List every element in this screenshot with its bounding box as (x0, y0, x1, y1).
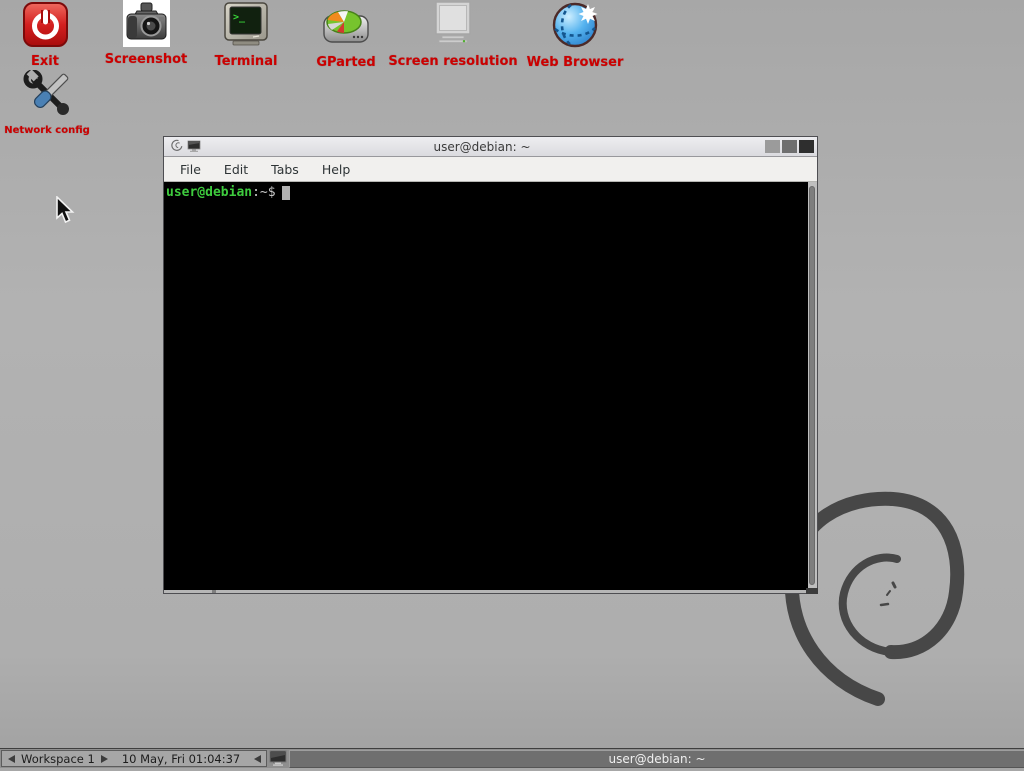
icon-label: Exit (5, 54, 85, 69)
tasklist-prev-arrow-icon[interactable] (254, 752, 261, 766)
icon-label: Screen resolution (385, 54, 521, 69)
scrollbar-thumb[interactable] (809, 186, 815, 585)
exit-power-icon (23, 2, 68, 51)
desktop-icon-exit[interactable]: Exit (5, 2, 85, 69)
desktop-icon-web-browser[interactable]: Web Browser (515, 0, 635, 70)
maximize-button[interactable] (782, 140, 797, 153)
crt-terminal-icon: >_ (223, 2, 269, 51)
disk-partition-icon (322, 4, 370, 52)
window-bottom-edge (164, 590, 817, 593)
workspace-prev-arrow-icon[interactable] (8, 752, 15, 766)
prompt-suffix: :~$ (252, 185, 275, 200)
menu-file[interactable]: File (177, 160, 204, 179)
prompt-user-host: user@debian (166, 185, 252, 200)
tools-icon (22, 70, 72, 122)
taskbar: Workspace 1 10 May, Fri 01:04:37 user@de… (0, 748, 1024, 768)
taskbar-task-terminal[interactable]: user@debian: ~ (289, 750, 1024, 768)
taskbar-left-panel: Workspace 1 10 May, Fri 01:04:37 (1, 750, 267, 767)
terminal-cursor (282, 186, 290, 200)
desktop-icon-network-config[interactable]: Network config (0, 70, 94, 136)
menu-edit[interactable]: Edit (221, 160, 251, 179)
minimize-button[interactable] (765, 140, 780, 153)
workspace-label[interactable]: Workspace 1 (21, 752, 95, 766)
taskbar-clock: 10 May, Fri 01:04:37 (122, 752, 240, 766)
task-title: user@debian: ~ (609, 752, 706, 766)
resize-handle-corner[interactable] (806, 588, 818, 594)
terminal-scrollbar[interactable] (808, 182, 817, 590)
window-title: user@debian: ~ (201, 140, 763, 154)
desktop-icon-screen-resolution[interactable]: Screen resolution (385, 0, 521, 69)
close-button[interactable] (799, 140, 814, 153)
workspace-next-arrow-icon[interactable] (101, 752, 108, 766)
menu-tabs[interactable]: Tabs (268, 160, 302, 179)
mouse-cursor (56, 196, 78, 226)
terminal-mini-icon (187, 137, 201, 156)
icon-label: Network config (0, 125, 94, 136)
icon-label: Web Browser (515, 55, 635, 70)
camera-icon (123, 0, 170, 47)
monitor-icon (429, 0, 477, 51)
window-titlebar[interactable]: user@debian: ~ (164, 137, 817, 157)
debian-swirl-mini-icon (171, 137, 183, 156)
terminal-window: user@debian: ~ File Edit Tabs Help user@… (163, 136, 818, 594)
terminal-output-area[interactable]: user@debian:~$ (164, 182, 808, 590)
resize-handle-left[interactable] (212, 590, 216, 593)
menu-help[interactable]: Help (319, 160, 354, 179)
terminal-menubar: File Edit Tabs Help (164, 157, 817, 182)
globe-icon (551, 0, 599, 52)
svg-text:>_: >_ (233, 12, 246, 23)
